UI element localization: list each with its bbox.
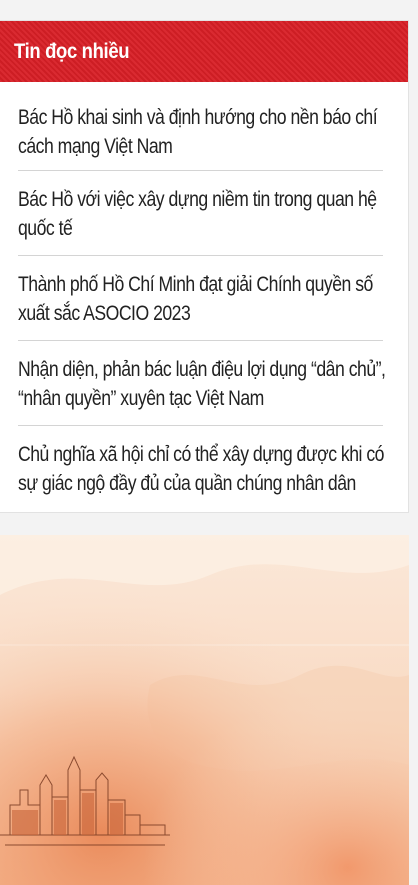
list-item: Bác Hồ với việc xây dựng niềm tin trong … bbox=[18, 171, 383, 256]
list-item: Nhận diện, phản bác luận điệu lợi dụng “… bbox=[18, 341, 386, 426]
news-link[interactable]: Chủ nghĩa xã hội chỉ có thể xây dựng đượ… bbox=[18, 440, 384, 498]
widget-header: Tin đọc nhiều bbox=[0, 21, 408, 82]
news-link[interactable]: Thành phố Hồ Chí Minh đạt giải Chính quy… bbox=[18, 270, 380, 328]
list-item: Bác Hồ khai sinh và định hướng cho nền b… bbox=[18, 82, 383, 171]
city-watercolor-illustration bbox=[0, 535, 409, 885]
most-read-widget: Tin đọc nhiều Bác Hồ khai sinh và định h… bbox=[0, 20, 409, 513]
news-link[interactable]: Nhận diện, phản bác luận điệu lợi dụng “… bbox=[18, 355, 386, 413]
banner-image[interactable] bbox=[0, 535, 409, 885]
list-item: Chủ nghĩa xã hội chỉ có thể xây dựng đượ… bbox=[18, 426, 384, 511]
news-link[interactable]: Bác Hồ khai sinh và định hướng cho nền b… bbox=[18, 103, 380, 161]
news-link[interactable]: Bác Hồ với việc xây dựng niềm tin trong … bbox=[18, 185, 380, 243]
list-item: Thành phố Hồ Chí Minh đạt giải Chính quy… bbox=[18, 256, 383, 341]
widget-title: Tin đọc nhiều bbox=[14, 39, 130, 63]
news-list: Bác Hồ khai sinh và định hướng cho nền b… bbox=[0, 82, 408, 511]
